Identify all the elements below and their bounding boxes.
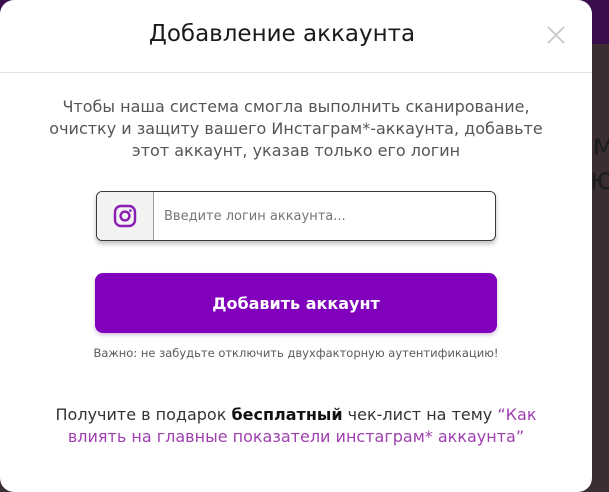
login-icon-cell [97, 192, 154, 240]
close-button[interactable] [545, 24, 567, 46]
gift-bold: бесплатный [231, 405, 343, 424]
backdrop-partial-text: ю [589, 162, 609, 197]
two-factor-notice: Важно: не забудьте отключить двухфакторн… [93, 346, 499, 360]
gift-text: Получите в подарок бесплатный чек-лист н… [44, 404, 548, 448]
login-input[interactable] [154, 192, 494, 240]
modal-description: Чтобы наша система смогла выполнить скан… [49, 97, 543, 160]
gift-middle: чек-лист на тему [342, 405, 498, 424]
instagram-icon [113, 204, 137, 228]
login-field [96, 191, 496, 241]
add-account-modal: Добавление аккаунта Чтобы наша система с… [0, 0, 592, 492]
gift-prefix: Получите в подарок [55, 405, 232, 424]
close-icon [547, 26, 565, 44]
modal-title: Добавление аккаунта [148, 21, 416, 47]
add-account-button[interactable]: Добавить аккаунт [95, 273, 497, 333]
modal-header: Добавление аккаунта [0, 0, 592, 73]
